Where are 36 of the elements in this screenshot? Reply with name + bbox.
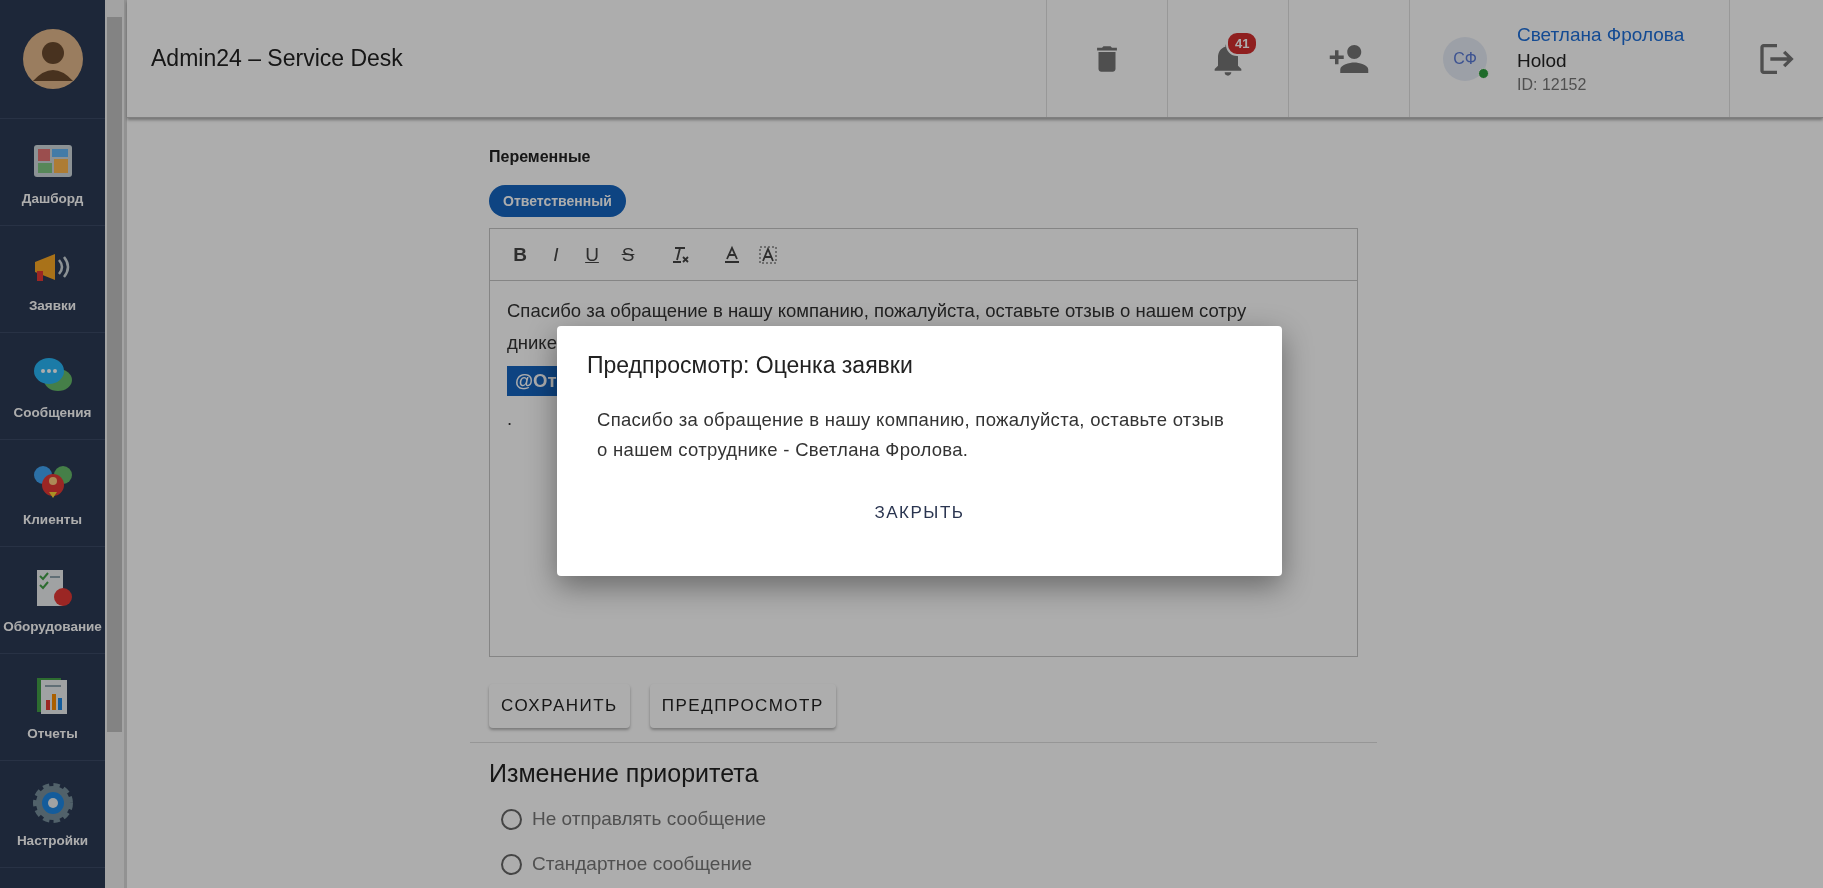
editor-text: днике bbox=[507, 332, 557, 353]
variable-chip[interactable]: Ответственный bbox=[489, 185, 626, 217]
variables-label: Переменные bbox=[489, 148, 592, 166]
user-name-link[interactable]: Светлана Фролова bbox=[1517, 23, 1685, 46]
section-heading: Изменение приоритета bbox=[489, 759, 760, 788]
close-button[interactable]: ЗАКРЫТЬ bbox=[862, 495, 977, 531]
strike-button[interactable]: S bbox=[616, 242, 640, 267]
sidebar-item[interactable]: Отчеты bbox=[0, 654, 105, 761]
app-title: Admin24 – Service Desk bbox=[151, 45, 404, 72]
save-button[interactable]: СОХРАНИТЬ bbox=[489, 684, 630, 728]
bold-button[interactable]: B bbox=[508, 242, 532, 267]
company-name: Holod bbox=[1517, 49, 1568, 72]
sidebar-item[interactable]: Настройки bbox=[0, 761, 105, 868]
radio-label[interactable]: Стандартное сообщение bbox=[532, 853, 753, 875]
header-action[interactable]: 41 bbox=[1167, 0, 1288, 117]
radio-label[interactable]: Не отправлять сообщение bbox=[532, 808, 767, 830]
sidebar-label: Дашборд bbox=[21, 190, 84, 206]
user-id: ID: 12152 bbox=[1517, 75, 1588, 94]
preview-button[interactable]: ПРЕДПРОСМОТР bbox=[649, 684, 836, 728]
sidebar-label: Оборудование bbox=[3, 618, 102, 634]
dialog-title: Предпросмотр: Оценка заявки bbox=[587, 352, 914, 379]
notification-count: 41 bbox=[1226, 30, 1259, 56]
user-avatar: СФ bbox=[1443, 36, 1487, 81]
sidebar-label: Сообщения bbox=[13, 404, 92, 420]
sidebar-item[interactable]: Дашборд bbox=[0, 119, 105, 226]
sidebar-label: Клиенты bbox=[23, 511, 82, 527]
sidebar-label: Настройки bbox=[16, 832, 89, 848]
sidebar-item[interactable]: Сообщения bbox=[0, 333, 105, 440]
sidebar-label: Отчеты bbox=[27, 725, 78, 741]
editor-text: . bbox=[507, 408, 513, 429]
underline-button[interactable]: U bbox=[580, 242, 604, 267]
editor-text: Спасибо за обращение в нашу компанию, пожалуйста, оставьте отзыв о нашем сотру bbox=[507, 300, 1247, 321]
sidebar-label: Заявки bbox=[28, 297, 77, 313]
dialog-message: Спасибо за обращение в нашу компанию, пожалуйста, оставьте отзыв о нашем сотруднике - Светлана Фролова. bbox=[597, 408, 1226, 462]
italic-button[interactable]: I bbox=[544, 242, 568, 267]
sidebar-item[interactable]: Оборудование bbox=[0, 547, 105, 654]
